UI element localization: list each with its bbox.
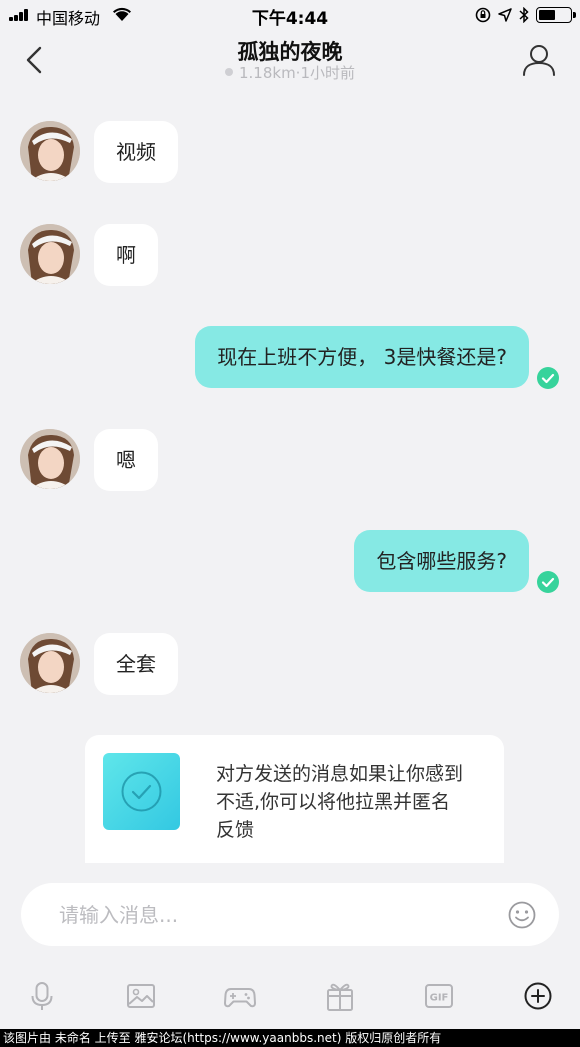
plus-circle-icon[interactable] — [520, 978, 556, 1014]
safety-notice-text: 对方发送的消息如果让你感到不适,你可以将他拉黑并匿名反馈 — [216, 763, 464, 841]
forum-watermark: 该图片由 未命名 上传至 雅安论坛(https://www.yaanbbs.ne… — [0, 1029, 580, 1047]
contact-avatar[interactable] — [20, 121, 80, 181]
message-bubble-outgoing[interactable]: 包含哪些服务? — [354, 530, 529, 592]
read-check-icon — [537, 571, 559, 593]
safety-notice-card[interactable]: 对方发送的消息如果让你感到不适,你可以将他拉黑并匿名反馈 — [85, 735, 504, 863]
shield-check-icon — [103, 753, 180, 830]
chat-toolbar: GIF — [0, 972, 580, 1022]
message-input[interactable] — [59, 883, 479, 946]
image-icon[interactable] — [123, 978, 159, 1014]
message-bubble-incoming[interactable]: 全套 — [94, 633, 178, 695]
read-check-icon — [537, 367, 559, 389]
status-dot — [224, 68, 233, 76]
gif-icon[interactable]: GIF — [421, 978, 457, 1014]
status-bar: 中国移动 下午4:44 — [0, 0, 580, 30]
bluetooth-icon — [519, 7, 529, 23]
emoji-icon[interactable] — [507, 900, 537, 930]
battery-icon — [536, 7, 576, 23]
message-bubble-outgoing[interactable]: 现在上班不方便， 3是快餐还是? — [195, 326, 529, 388]
location-arrow-icon — [498, 8, 512, 22]
svg-text:GIF: GIF — [430, 993, 449, 1004]
distance-and-last-seen: 1.18km·1小时前 — [238, 64, 355, 82]
microphone-icon[interactable] — [24, 978, 60, 1014]
orientation-lock-icon — [475, 7, 491, 23]
message-bubble-incoming[interactable]: 嗯 — [94, 429, 158, 491]
contact-avatar[interactable] — [20, 429, 80, 489]
gift-icon[interactable] — [322, 978, 358, 1014]
message-bubble-incoming[interactable]: 视频 — [94, 121, 178, 183]
contact-avatar[interactable] — [20, 224, 80, 284]
profile-icon[interactable] — [522, 42, 556, 78]
contact-status: 1.18km·1小时前 — [0, 62, 580, 83]
chat-header: 孤独的夜晚 1.18km·1小时前 — [0, 30, 580, 90]
contact-avatar[interactable] — [20, 633, 80, 693]
gamepad-icon[interactable] — [222, 978, 258, 1014]
battery-level — [539, 10, 555, 20]
message-bubble-incoming[interactable]: 啊 — [94, 224, 158, 286]
message-input-bar — [21, 883, 559, 946]
